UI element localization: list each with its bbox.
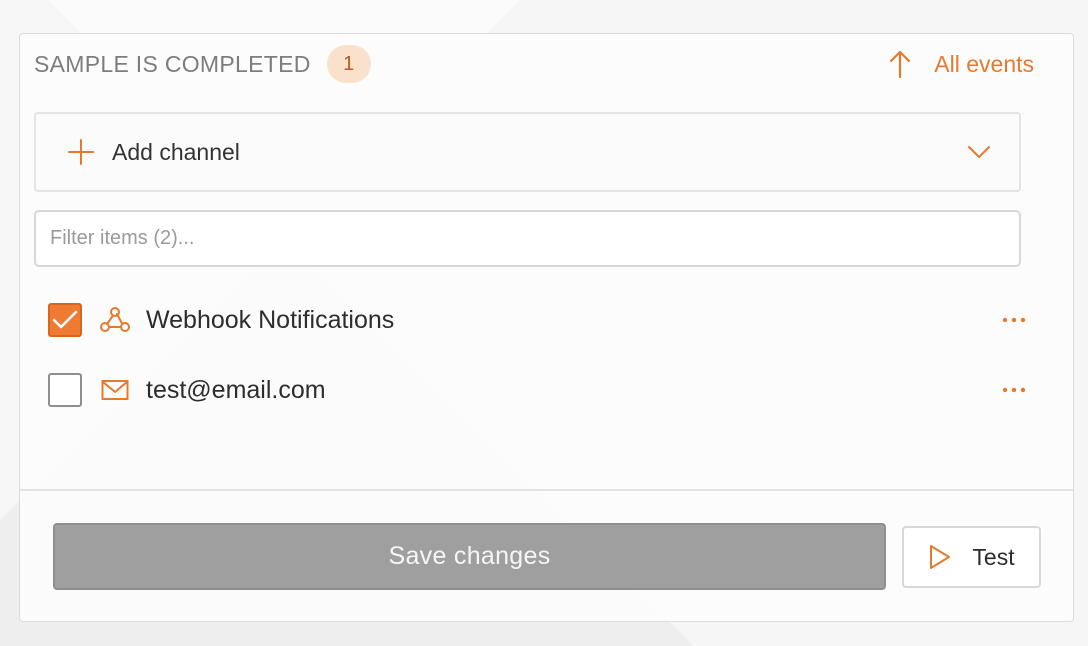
arrow-up-icon [890, 50, 911, 79]
test-button[interactable]: Test [902, 526, 1041, 588]
channel-row: Webhook Notifications [48, 300, 1030, 340]
more-options-icon[interactable] [998, 381, 1030, 399]
count-badge: 1 [326, 45, 371, 83]
all-events-link[interactable]: All events [888, 49, 1034, 79]
channel-row: test@email.com [48, 370, 1030, 410]
channel-name: test@email.com [146, 375, 326, 404]
more-options-icon[interactable] [998, 311, 1030, 329]
channel-checkbox[interactable] [48, 373, 82, 407]
add-channel-dropdown[interactable]: Add channel [34, 112, 1021, 192]
panel-header: SAMPLE IS COMPLETED 1 All events [34, 44, 1034, 84]
chevron-down-icon [968, 146, 990, 158]
all-events-label: All events [934, 50, 1034, 77]
webhook-icon [100, 305, 130, 335]
footer-divider [20, 489, 1073, 491]
mail-icon [100, 375, 130, 405]
play-icon [930, 545, 951, 569]
channel-checkbox[interactable] [48, 303, 82, 337]
test-button-label: Test [972, 543, 1015, 570]
checkmark-icon [52, 310, 78, 329]
save-changes-button[interactable]: Save changes [53, 523, 886, 590]
panel-title: SAMPLE IS COMPLETED [34, 50, 311, 77]
channel-name: Webhook Notifications [146, 305, 395, 334]
filter-input[interactable] [34, 210, 1021, 267]
add-channel-label: Add channel [112, 138, 240, 165]
plus-icon [68, 139, 94, 165]
